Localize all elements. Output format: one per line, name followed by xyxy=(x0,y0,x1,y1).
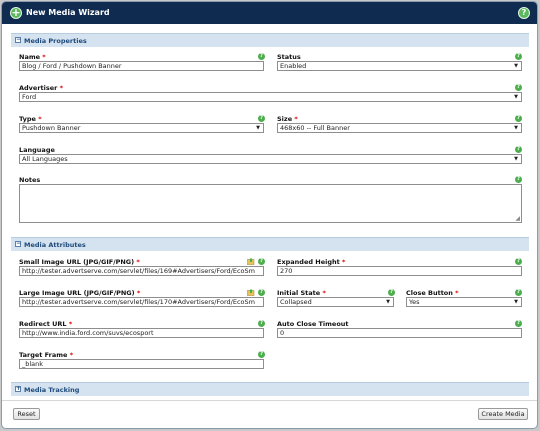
folder-upload-icon[interactable] xyxy=(247,258,255,265)
chevron-down-icon: ▼ xyxy=(514,63,518,69)
notes-textarea[interactable]: ◢ xyxy=(19,184,522,223)
section-title: Media Attributes xyxy=(24,241,86,249)
notes-help-icon[interactable]: ? xyxy=(515,176,522,183)
chevron-down-icon: ▼ xyxy=(514,94,518,100)
name-help-icon[interactable]: ? xyxy=(258,53,265,60)
reset-button[interactable]: Reset xyxy=(13,408,40,420)
resize-grip-icon[interactable]: ◢ xyxy=(515,215,520,222)
collapse-icon[interactable]: − xyxy=(15,241,21,247)
section-title: Media Tracking xyxy=(24,386,80,394)
section-media-tracking[interactable]: + Media Tracking xyxy=(11,382,529,396)
chevron-down-icon: ▼ xyxy=(514,125,518,131)
expanded-height-input[interactable]: 270 xyxy=(277,266,522,276)
size-help-icon[interactable]: ? xyxy=(515,115,522,122)
new-media-wizard: + New Media Wizard ? − Media Properties … xyxy=(1,1,538,429)
advertiser-label: Advertiser * xyxy=(19,84,64,92)
plus-icon: + xyxy=(10,6,22,19)
initial-state-help-icon[interactable]: ? xyxy=(388,289,395,296)
folder-upload-icon[interactable] xyxy=(247,289,255,296)
name-input[interactable]: Blog / Ford / Pushdown Banner xyxy=(19,61,264,71)
auto-close-help-icon[interactable]: ? xyxy=(515,320,522,327)
chevron-down-icon: ▼ xyxy=(514,299,518,305)
section-media-properties[interactable]: − Media Properties xyxy=(11,33,529,47)
expanded-height-help-icon[interactable]: ? xyxy=(515,258,522,265)
redirect-url-input[interactable]: http://www.india.ford.com/suvs/ecosport xyxy=(19,328,264,338)
small-image-label: Small Image URL (JPG/GIF/PNG) * xyxy=(19,258,140,266)
size-select[interactable]: 468x60 -- Full Banner ▼ xyxy=(277,123,522,133)
status-label: Status xyxy=(277,53,301,61)
close-button-label: Close Button * xyxy=(406,289,459,297)
large-image-label: Large Image URL (JPG/GIF/PNG) * xyxy=(19,289,141,297)
initial-state-label: Initial State * xyxy=(277,289,326,297)
advertiser-help-icon[interactable]: ? xyxy=(515,84,522,91)
auto-close-label: Auto Close Timeout xyxy=(277,320,349,328)
type-label: Type * xyxy=(19,115,42,123)
wizard-title: New Media Wizard xyxy=(26,8,110,17)
auto-close-input[interactable]: 0 xyxy=(277,328,522,338)
status-select[interactable]: Enabled ▼ xyxy=(277,61,522,71)
close-button-select[interactable]: Yes ▼ xyxy=(406,297,522,307)
target-frame-input[interactable]: _blank xyxy=(19,359,264,369)
section-title: Media Properties xyxy=(24,37,87,45)
expanded-height-label: Expanded Height * xyxy=(277,258,346,266)
title-bar: + New Media Wizard ? xyxy=(2,2,537,24)
expand-icon[interactable]: + xyxy=(15,386,21,392)
language-select[interactable]: All Languages ▼ xyxy=(19,154,522,164)
redirect-url-label: Redirect URL * xyxy=(19,320,73,328)
target-frame-help-icon[interactable]: ? xyxy=(258,351,265,358)
redirect-url-help-icon[interactable]: ? xyxy=(258,320,265,327)
size-label: Size * xyxy=(277,115,298,123)
language-label: Language xyxy=(19,146,55,154)
section-media-attributes[interactable]: − Media Attributes xyxy=(11,237,529,251)
type-help-icon[interactable]: ? xyxy=(258,115,265,122)
advertiser-select[interactable]: Ford ▼ xyxy=(19,92,522,102)
language-help-icon[interactable]: ? xyxy=(515,146,522,153)
initial-state-select[interactable]: Collapsed ▼ xyxy=(277,297,394,307)
target-frame-label: Target Frame * xyxy=(19,351,74,359)
chevron-down-icon: ▼ xyxy=(256,125,260,131)
notes-label: Notes xyxy=(19,176,41,184)
chevron-down-icon: ▼ xyxy=(386,299,390,305)
type-select[interactable]: Pushdown Banner ▼ xyxy=(19,123,264,133)
collapse-icon[interactable]: − xyxy=(15,37,21,43)
footer-divider xyxy=(2,400,537,401)
small-image-input[interactable]: http://tester.advertserve.com/servlet/fi… xyxy=(19,266,264,276)
large-image-input[interactable]: http://tester.advertserve.com/servlet/fi… xyxy=(19,297,264,307)
help-icon[interactable]: ? xyxy=(518,7,530,19)
close-button-help-icon[interactable]: ? xyxy=(515,289,522,296)
large-image-help-icon[interactable]: ? xyxy=(258,289,265,296)
small-image-help-icon[interactable]: ? xyxy=(258,258,265,265)
chevron-down-icon: ▼ xyxy=(514,156,518,162)
status-help-icon[interactable]: ? xyxy=(515,53,522,60)
name-label: Name * xyxy=(19,53,46,61)
create-media-button[interactable]: Create Media xyxy=(478,408,528,420)
